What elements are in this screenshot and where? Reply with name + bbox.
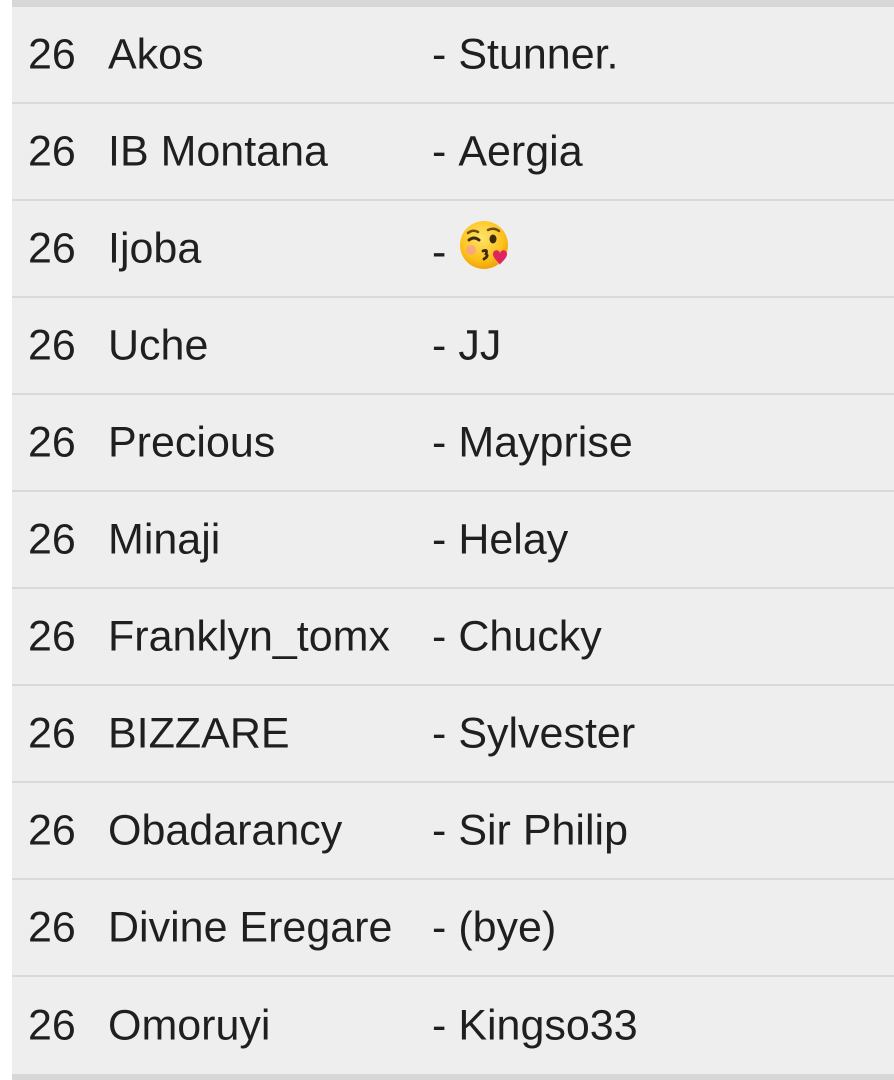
row-number: 26	[28, 612, 76, 660]
table-row: 26 Precious - Mayprise	[12, 395, 894, 492]
row-number: 26	[28, 515, 76, 563]
player-name: Ijoba	[108, 224, 202, 272]
row-number: 26	[28, 30, 76, 78]
row-number: 26	[28, 224, 76, 272]
partner-name: Sir Philip	[458, 806, 628, 854]
row-number: 26	[28, 806, 76, 854]
player-name: BIZZARE	[108, 709, 290, 757]
partner-cell: -	[432, 218, 512, 280]
player-name: Franklyn_tomx	[108, 612, 390, 660]
player-name: Akos	[108, 30, 204, 78]
player-name: Obadarancy	[108, 806, 343, 854]
row-number: 26	[28, 903, 76, 951]
player-name: IB Montana	[108, 127, 328, 175]
separator-dash: -	[432, 612, 447, 660]
row-number: 26	[28, 709, 76, 757]
player-name: Precious	[108, 418, 276, 466]
partner-name: JJ	[458, 321, 502, 369]
partner-name: Aergia	[458, 127, 583, 175]
partner-name: Helay	[458, 515, 569, 563]
partner-name: Kingso33	[458, 1001, 638, 1049]
table-row: 26 Akos - Stunner.	[12, 7, 894, 104]
partner-cell: - Aergia	[432, 130, 583, 173]
partner-cell: - Sylvester	[432, 712, 635, 755]
partner-cell: - JJ	[432, 324, 501, 367]
table-row: 26 Obadarancy - Sir Philip	[12, 783, 894, 880]
separator-dash: -	[432, 515, 447, 563]
partner-cell: - Mayprise	[432, 421, 633, 464]
partner-name: Mayprise	[458, 418, 633, 466]
table-row: 26 Divine Eregare - (bye)	[12, 880, 894, 977]
kissing-face-heart-emoji-icon	[458, 218, 512, 280]
partner-name: Chucky	[458, 612, 602, 660]
partner-cell: - Chucky	[432, 615, 602, 658]
player-name: Minaji	[108, 515, 221, 563]
separator-dash: -	[432, 30, 447, 78]
table-row: 26 Uche - JJ	[12, 298, 894, 395]
separator-dash: -	[432, 806, 447, 854]
table-row: 26 IB Montana - Aergia	[12, 104, 894, 201]
separator-dash: -	[432, 321, 447, 369]
player-name: Omoruyi	[108, 1001, 271, 1049]
separator-dash: -	[432, 418, 447, 466]
separator-dash: -	[432, 903, 447, 951]
row-number: 26	[28, 1001, 76, 1049]
partner-cell: - (bye)	[432, 906, 556, 949]
table-row: 26 Minaji - Helay	[12, 492, 894, 589]
table-row: 26 Ijoba -	[12, 201, 894, 298]
player-name: Divine Eregare	[108, 903, 393, 951]
separator-dash: -	[432, 1001, 447, 1049]
partner-name: Sylvester	[458, 709, 636, 757]
partner-name: Stunner.	[458, 30, 619, 78]
separator-dash: -	[432, 709, 447, 757]
player-name: Uche	[108, 321, 209, 369]
partner-cell: - Helay	[432, 518, 568, 561]
partner-cell: - Sir Philip	[432, 809, 628, 852]
partner-cell: - Kingso33	[432, 1004, 638, 1047]
row-number: 26	[28, 418, 76, 466]
table-row: 26 Franklyn_tomx - Chucky	[12, 589, 894, 686]
row-number: 26	[28, 127, 76, 175]
row-number: 26	[28, 321, 76, 369]
separator-dash: -	[432, 127, 447, 175]
table-row: 26 BIZZARE - Sylvester	[12, 686, 894, 783]
partner-name: (bye)	[458, 903, 557, 951]
separator-dash: -	[432, 227, 447, 276]
pairings-table: 26 Akos - Stunner. 26 IB Montana - Aergia …	[12, 0, 894, 1080]
partner-cell: - Stunner.	[432, 33, 619, 76]
table-row: 26 Omoruyi - Kingso33	[12, 977, 894, 1074]
